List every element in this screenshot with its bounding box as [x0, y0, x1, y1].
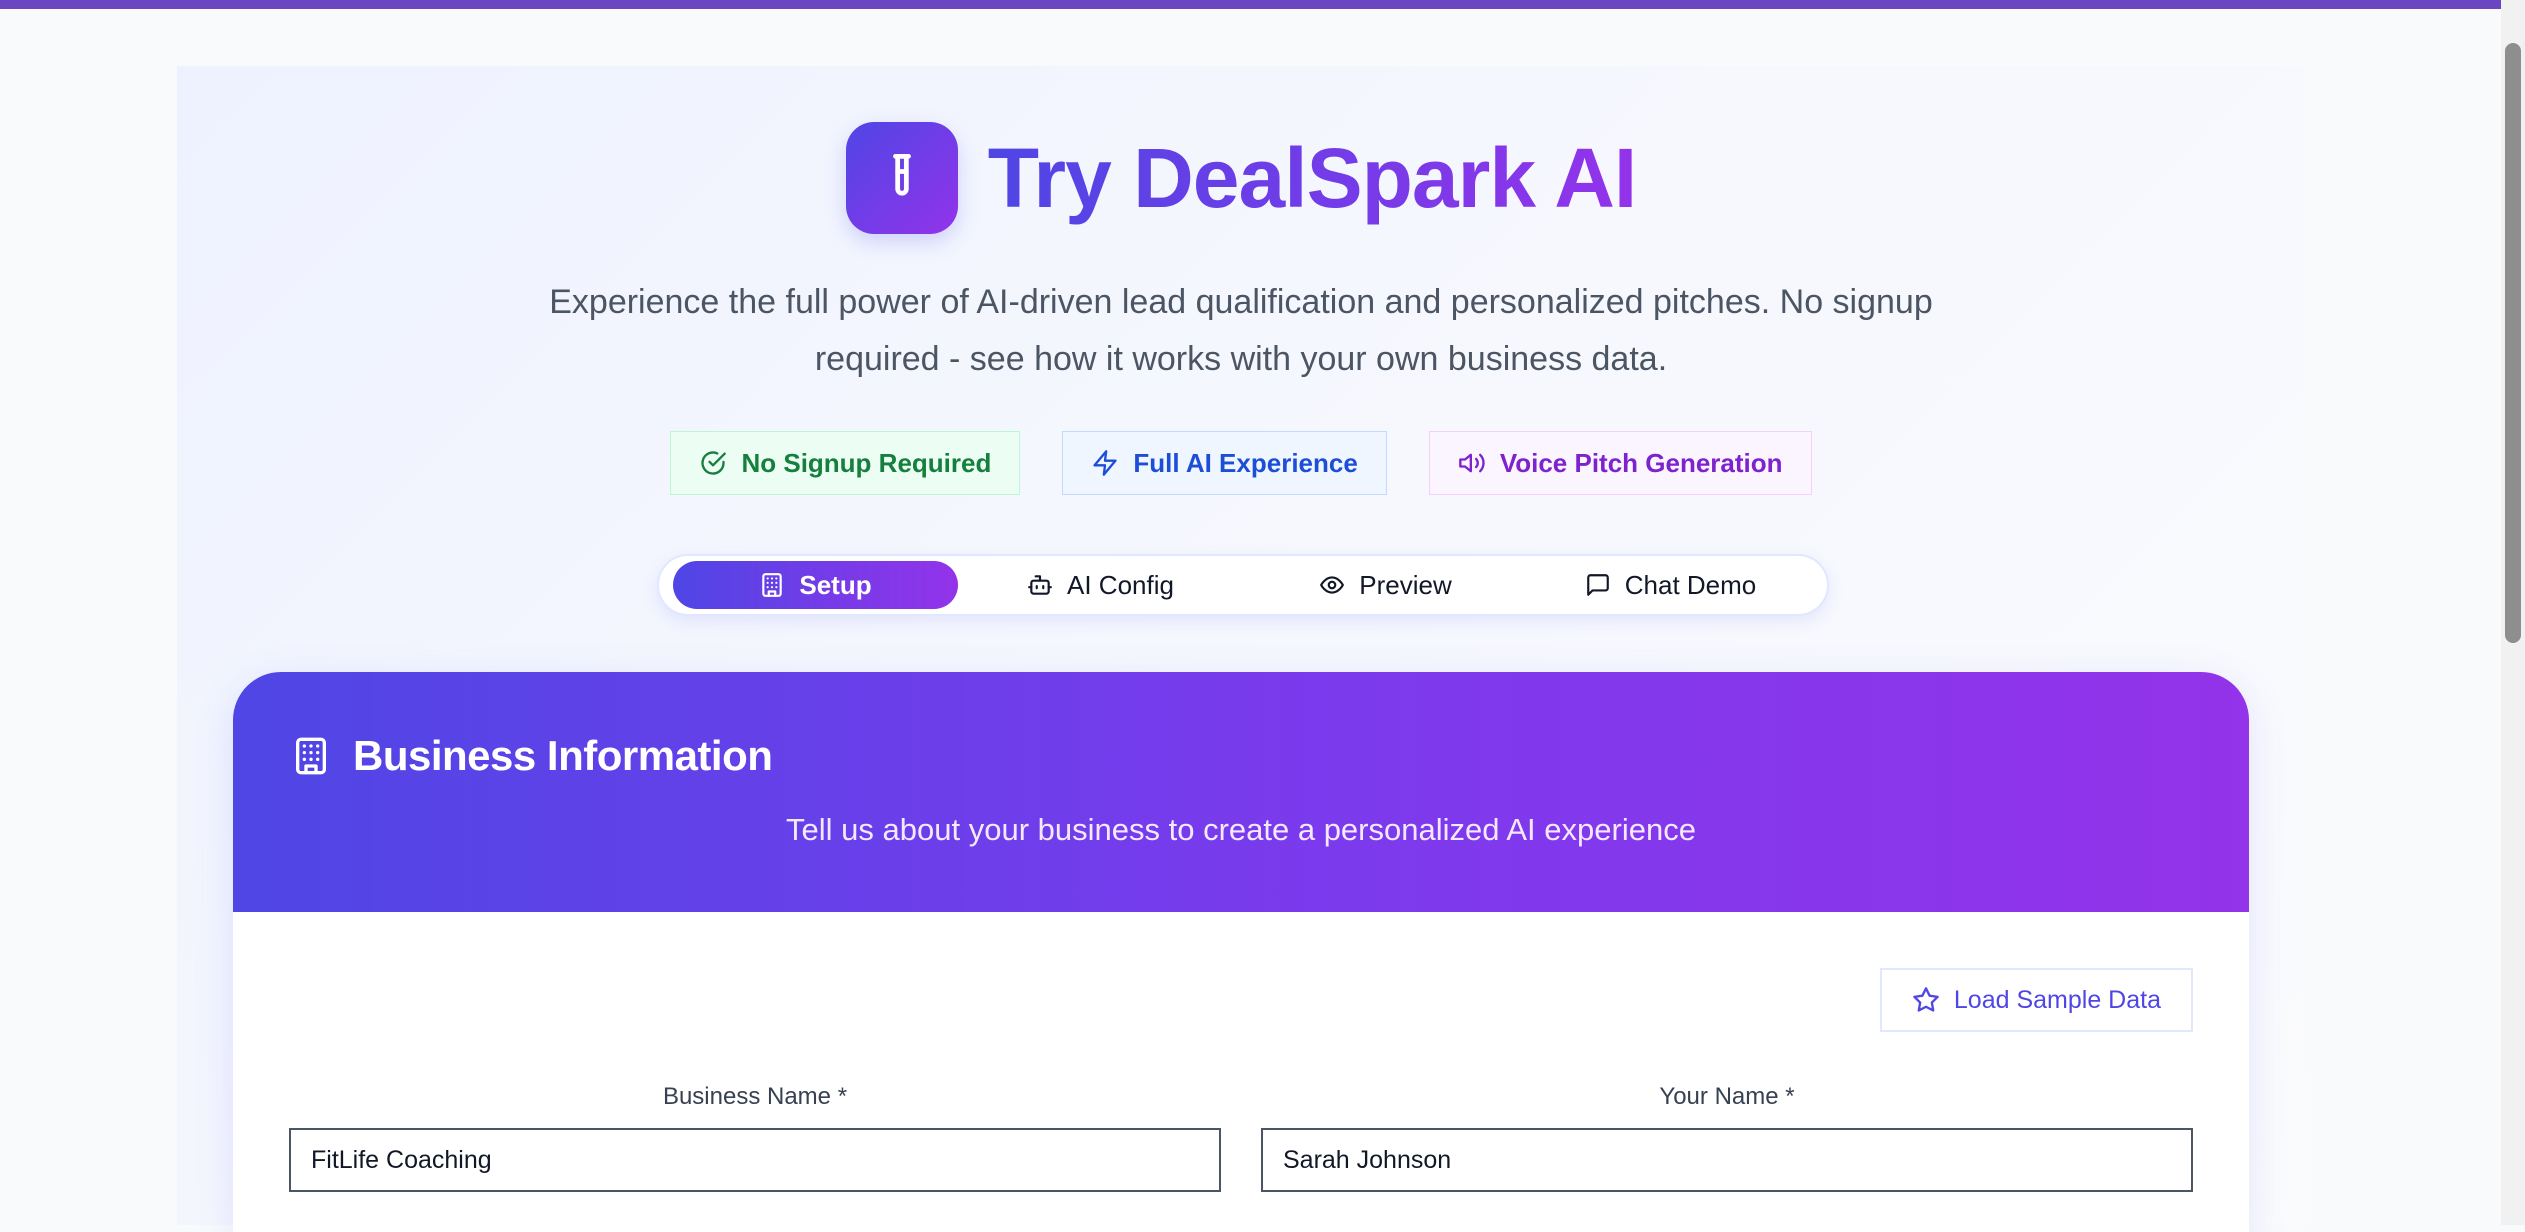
card-subtitle: Tell us about your business to create a …: [786, 812, 1696, 847]
tab-label: Setup: [799, 569, 872, 600]
star-icon: [1913, 987, 1939, 1012]
hero-title-row: Try DealSpark AI: [177, 122, 2305, 234]
building-icon: [762, 573, 783, 597]
badge-label: Voice Pitch Generation: [1499, 447, 1783, 478]
business-name-field: Business Name *: [289, 1082, 1221, 1192]
test-tube-icon: [892, 153, 911, 196]
field-label: Business Name *: [662, 1083, 848, 1110]
badge-label: Full AI Experience: [1133, 447, 1358, 478]
zap-icon: [1093, 450, 1118, 476]
card-title: Business Information: [353, 732, 773, 779]
tab-label: AI Config: [1067, 569, 1174, 600]
trial-page: Try DealSpark AI Experience the full pow…: [177, 66, 2305, 1232]
load-sample-data-button[interactable]: Load Sample Data: [1879, 968, 2193, 1032]
tab-ai-config[interactable]: AI Config: [958, 561, 1243, 609]
bot-icon: [1028, 575, 1052, 595]
badge-full-ai: Full AI Experience: [1062, 431, 1387, 495]
feature-badges: No Signup Required Full AI Experience Vo…: [177, 431, 2305, 495]
logo-badge: [845, 122, 958, 234]
business-name-input[interactable]: [289, 1128, 1221, 1192]
tab-label: Chat Demo: [1624, 569, 1757, 600]
message-square-icon: [1586, 574, 1609, 596]
card-title-row: Business Information: [291, 732, 773, 780]
your-name-field: Your Name *: [1261, 1082, 2193, 1192]
business-info-card: Business Information Tell us about your …: [233, 672, 2249, 1232]
tab-chat-demo[interactable]: Chat Demo: [1528, 561, 1813, 609]
badge-voice-pitch: Voice Pitch Generation: [1428, 431, 1812, 495]
eye-icon: [1320, 576, 1345, 594]
field-label: Your Name *: [1659, 1083, 1795, 1110]
check-circle-icon: [701, 451, 727, 475]
tab-bar: Setup AI Config Preview Chat Demo: [657, 554, 1829, 616]
scrollbar[interactable]: [2501, 0, 2525, 1225]
scrollbar-thumb[interactable]: [2505, 43, 2521, 643]
tab-setup[interactable]: Setup: [673, 561, 958, 609]
tab-preview[interactable]: Preview: [1243, 561, 1528, 609]
tab-label: Preview: [1359, 569, 1452, 600]
page-title: Try DealSpark AI: [987, 130, 1638, 225]
hero-subtitle: Experience the full power of AI-driven l…: [549, 283, 1933, 378]
volume-icon: [1458, 453, 1485, 473]
card-header: Business Information Tell us about your …: [233, 672, 2249, 912]
button-label: Load Sample Data: [1953, 985, 2161, 1014]
badge-label: No Signup Required: [741, 447, 992, 478]
badge-no-signup: No Signup Required: [670, 431, 1021, 495]
top-accent-bar: [0, 0, 2525, 9]
your-name-input[interactable]: [1261, 1128, 2193, 1192]
building-icon: [296, 737, 326, 775]
